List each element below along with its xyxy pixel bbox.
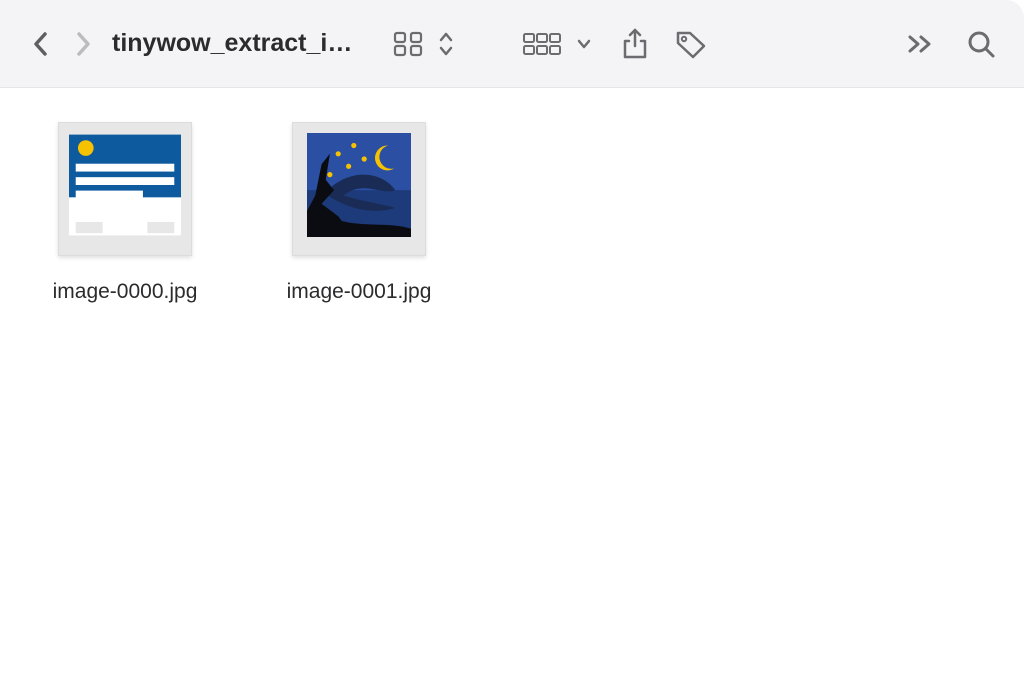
share-icon	[620, 27, 650, 61]
nav-group	[24, 24, 100, 64]
back-button[interactable]	[24, 24, 58, 64]
forward-button[interactable]	[66, 24, 100, 64]
thumbnail-image-icon	[303, 133, 415, 237]
thumbnail-image-icon	[69, 133, 181, 237]
file-thumbnail	[292, 122, 426, 256]
finder-toolbar: tinywow_extract_i…	[0, 0, 1024, 88]
chevron-down-icon	[576, 37, 592, 51]
share-button[interactable]	[616, 21, 654, 67]
right-tools	[902, 23, 1000, 65]
folder-title[interactable]: tinywow_extract_i…	[112, 29, 352, 58]
view-sort-button[interactable]	[434, 24, 458, 64]
chevron-up-down-icon	[438, 30, 454, 58]
file-thumbnail	[58, 122, 192, 256]
search-icon	[966, 29, 996, 59]
tags-button[interactable]	[670, 23, 712, 65]
icon-view-button[interactable]	[388, 24, 428, 64]
file-grid[interactable]: image-0000.jpg image-0001.jpg	[0, 88, 1024, 338]
view-mode-group	[388, 24, 458, 64]
tag-icon	[674, 29, 708, 59]
file-item[interactable]: image-0001.jpg	[274, 122, 444, 304]
overflow-button[interactable]	[902, 27, 938, 61]
search-button[interactable]	[962, 23, 1000, 65]
grid-icon	[392, 30, 424, 58]
file-name-label: image-0001.jpg	[287, 280, 432, 304]
chevron-left-icon	[31, 29, 51, 59]
file-name-label: image-0000.jpg	[53, 280, 198, 304]
group-grid-icon	[522, 31, 562, 57]
group-by-button[interactable]	[518, 25, 566, 63]
group-by-group	[518, 25, 596, 63]
chevron-right-icon	[73, 29, 93, 59]
chevron-double-right-icon	[906, 33, 934, 55]
file-item[interactable]: image-0000.jpg	[40, 122, 210, 304]
group-by-dropdown[interactable]	[572, 31, 596, 57]
